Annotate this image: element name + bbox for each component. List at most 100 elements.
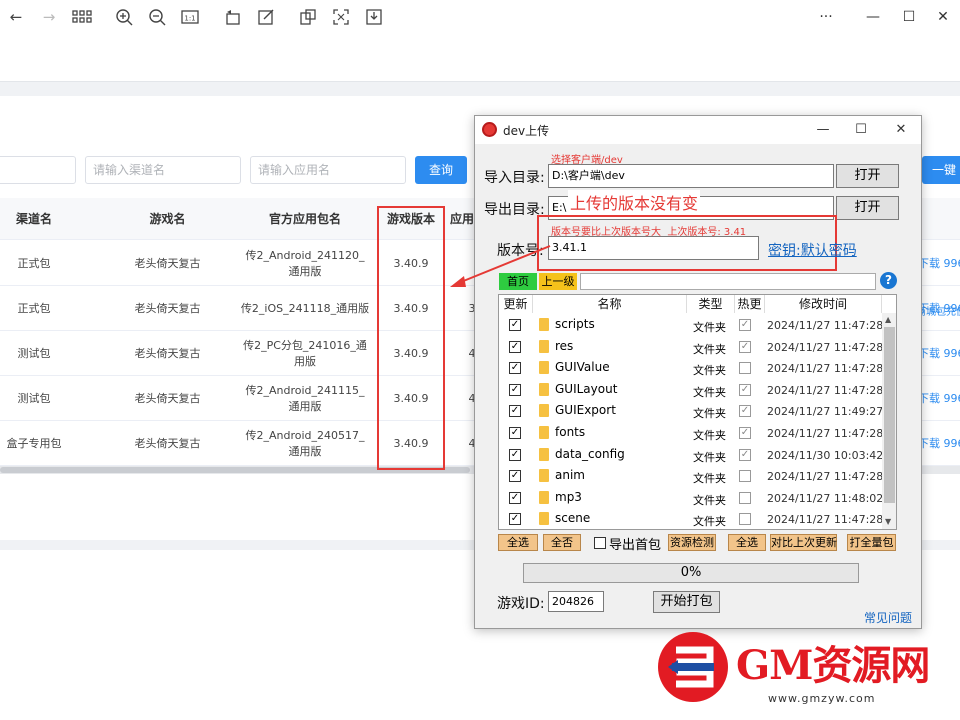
file-row[interactable]: ✓ data_config 文件夹 ✓ 2024/11/30 10:03:42 xyxy=(499,444,884,466)
help-icon[interactable]: ? xyxy=(880,272,897,289)
app-search-input[interactable]: 请输入应用名 xyxy=(250,156,406,184)
compare-last-button[interactable]: 对比上次更新 xyxy=(770,534,837,551)
faq-link[interactable]: 常见问题 xyxy=(864,609,912,626)
file-type: 文件夹 xyxy=(693,407,726,421)
cell-extra-link[interactable]: 996 xyxy=(942,241,960,286)
scroll-down-icon[interactable]: ▼ xyxy=(885,517,891,526)
back-icon[interactable]: ← xyxy=(6,7,26,27)
row2-extra-link[interactable]: 商城包充值 xyxy=(916,305,960,321)
hot-update-checkbox[interactable]: ✓ xyxy=(739,427,751,439)
update-checkbox[interactable]: ✓ xyxy=(509,427,521,439)
image-viewer-toolbar: ← → 1:1 ··· — ☐ ✕ xyxy=(0,0,960,34)
cell-extra-link[interactable]: 996 xyxy=(942,421,960,466)
maximize-icon[interactable]: ☐ xyxy=(898,6,920,28)
edit-icon[interactable] xyxy=(256,7,276,27)
file-name: GUILayout xyxy=(555,381,618,396)
channel-search-input[interactable]: 请输入渠道名 xyxy=(85,156,241,184)
nav-path-field[interactable] xyxy=(580,273,876,290)
query-button[interactable]: 查询 xyxy=(415,156,467,184)
file-row[interactable]: ✓ fonts 文件夹 ✓ 2024/11/27 11:47:28 xyxy=(499,422,883,444)
update-checkbox[interactable]: ✓ xyxy=(509,383,521,396)
list-scroll-thumb[interactable] xyxy=(884,327,895,503)
export-open-button[interactable]: 打开 xyxy=(836,196,899,220)
select-all-button-2[interactable]: 全选 xyxy=(728,534,766,551)
col-type: 类型 xyxy=(687,295,735,313)
hot-update-checkbox[interactable] xyxy=(739,513,751,526)
file-row[interactable]: ✓ anim 文件夹 2024/11/27 11:47:28 xyxy=(499,465,883,487)
select-none-button[interactable]: 全否 xyxy=(543,534,581,551)
update-checkbox[interactable]: ✓ xyxy=(509,362,521,375)
hot-update-checkbox[interactable] xyxy=(739,491,751,504)
folder-icon xyxy=(539,339,549,353)
game-id-field[interactable]: 204826 xyxy=(548,591,604,612)
annotation-arrow xyxy=(450,245,551,287)
cell-channel: 盒子专用包 xyxy=(6,436,62,450)
cell-channel: 测试包 xyxy=(17,391,51,405)
dialog-minimize-icon[interactable]: — xyxy=(813,120,833,140)
update-checkbox[interactable]: ✓ xyxy=(509,470,521,483)
hot-update-checkbox[interactable] xyxy=(739,470,751,483)
cell-game: 老头倚天复古 xyxy=(134,436,201,450)
one-key-button[interactable]: 一键 xyxy=(922,156,960,184)
full-pack-button[interactable]: 打全量包 xyxy=(847,534,896,551)
file-row[interactable]: ✓ GUIExport 文件夹 ✓ 2024/11/27 11:49:27 xyxy=(499,400,883,422)
minimize-icon[interactable]: — xyxy=(862,6,884,28)
file-row[interactable]: ✓ scripts 文件夹 ✓ 2024/11/27 11:47:28 xyxy=(499,314,883,336)
filter-input-prev[interactable] xyxy=(0,156,76,184)
file-modified-time: 2024/11/27 11:47:28 xyxy=(767,383,884,397)
save-icon[interactable] xyxy=(364,7,384,27)
update-checkbox[interactable]: ✓ xyxy=(509,319,521,331)
hot-update-checkbox[interactable]: ✓ xyxy=(739,340,751,353)
hot-update-checkbox[interactable] xyxy=(739,362,751,375)
file-name: res xyxy=(555,338,574,353)
hot-update-checkbox[interactable]: ✓ xyxy=(739,319,751,331)
file-name: data_config xyxy=(555,446,625,461)
file-name: fonts xyxy=(555,425,586,439)
import-open-button[interactable]: 打开 xyxy=(836,164,899,188)
file-row[interactable]: ✓ scene 文件夹 2024/11/27 11:47:28 xyxy=(499,508,883,529)
update-checkbox[interactable]: ✓ xyxy=(509,405,521,418)
import-dir-field[interactable]: D:\客户端\dev xyxy=(548,164,834,188)
crop-icon[interactable] xyxy=(298,7,318,27)
file-row[interactable]: ✓ mp3 文件夹 2024/11/27 11:48:02 xyxy=(499,487,883,509)
grid-icon[interactable] xyxy=(72,7,92,27)
progress-text: 0% xyxy=(680,565,702,580)
list-vertical-scrollbar[interactable]: ▲ ▼ xyxy=(882,313,896,529)
folder-icon xyxy=(539,512,549,526)
file-type: 文件夹 xyxy=(693,342,726,356)
update-checkbox[interactable]: ✓ xyxy=(509,513,521,526)
forward-icon[interactable]: → xyxy=(39,7,59,27)
hot-update-checkbox[interactable]: ✓ xyxy=(739,383,751,396)
folder-icon xyxy=(539,318,549,331)
file-row[interactable]: ✓ res 文件夹 ✓ 2024/11/27 11:47:28 xyxy=(499,336,883,358)
scroll-up-icon[interactable]: ▲ xyxy=(885,315,891,324)
select-all-button[interactable]: 全选 xyxy=(498,534,538,551)
folder-icon xyxy=(539,382,549,396)
file-row[interactable]: ✓ GUIValue 文件夹 2024/11/27 11:47:28 xyxy=(499,357,883,379)
hot-update-checkbox[interactable]: ✓ xyxy=(739,448,751,461)
update-checkbox[interactable]: ✓ xyxy=(509,448,521,461)
cell-extra-link[interactable]: 996 xyxy=(942,331,960,376)
file-modified-time: 2024/11/30 10:03:42 xyxy=(767,448,884,462)
header-strip xyxy=(0,34,960,82)
update-checkbox[interactable]: ✓ xyxy=(509,491,521,504)
zoom-out-icon[interactable] xyxy=(147,7,167,27)
key-link[interactable]: 密钥:默认密码 xyxy=(768,240,857,260)
hot-update-checkbox[interactable]: ✓ xyxy=(739,405,751,418)
start-pack-button[interactable]: 开始打包 xyxy=(653,591,720,613)
fullscreen-icon[interactable] xyxy=(331,7,351,27)
dialog-close-icon[interactable]: ✕ xyxy=(891,120,911,140)
dialog-maximize-icon[interactable]: ☐ xyxy=(851,120,871,140)
res-check-button[interactable]: 资源检测 xyxy=(668,534,716,551)
close-icon[interactable]: ✕ xyxy=(932,6,954,28)
cell-extra-link[interactable]: 996 xyxy=(942,376,960,421)
actual-size-icon[interactable]: 1:1 xyxy=(180,7,200,27)
more-icon[interactable]: ··· xyxy=(815,6,837,28)
file-row[interactable]: ✓ GUILayout 文件夹 ✓ 2024/11/27 11:47:28 xyxy=(499,379,884,401)
update-checkbox[interactable]: ✓ xyxy=(509,340,521,353)
rotate-icon[interactable] xyxy=(223,7,243,27)
zoom-in-icon[interactable] xyxy=(114,7,134,27)
cell-package: 传2_Android_241115_通用版 xyxy=(245,383,365,413)
export-first-pack-checkbox[interactable] xyxy=(594,537,606,549)
version-field[interactable]: 3.41.1 xyxy=(548,236,759,260)
